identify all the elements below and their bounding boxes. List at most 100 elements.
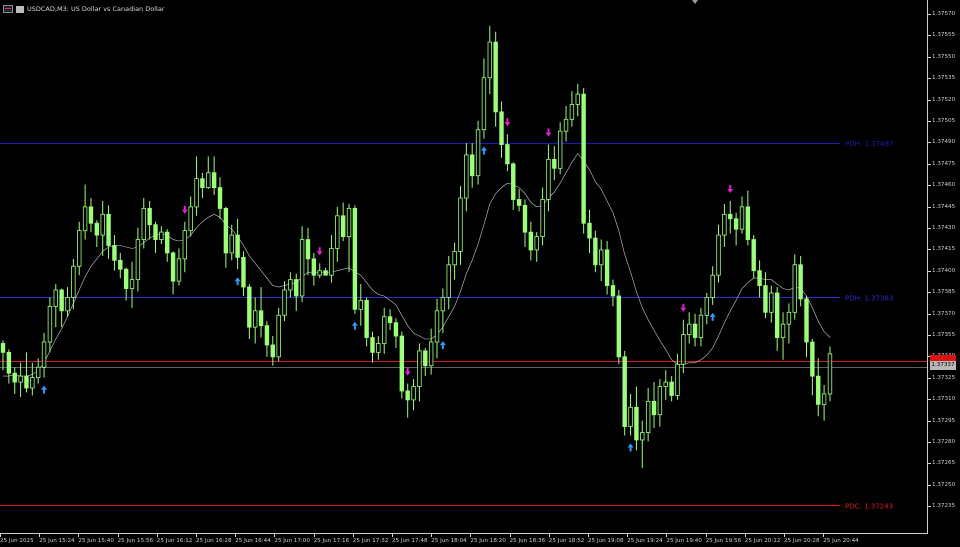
candle-body bbox=[458, 197, 463, 252]
candle-body bbox=[511, 163, 516, 200]
candle-body bbox=[581, 93, 586, 224]
time-tick-label: 25 Jun 20:12 bbox=[744, 538, 781, 544]
moving-average-line bbox=[3, 152, 831, 377]
candle-body bbox=[769, 292, 774, 313]
candle-body bbox=[100, 213, 105, 236]
candle-body bbox=[252, 310, 258, 328]
current-price-label: 1.37337 bbox=[930, 361, 956, 370]
price-tick bbox=[928, 484, 931, 486]
candle-body bbox=[129, 279, 135, 289]
time-tick-label: 25 Jun 19:24 bbox=[627, 538, 663, 544]
candle-body bbox=[229, 234, 234, 254]
candle-body bbox=[382, 316, 387, 344]
candle-body bbox=[258, 310, 264, 327]
price-tick-label: 1.37475 bbox=[932, 160, 956, 167]
price-axis[interactable]: 1.37570 1.37555 1.37550 1.37535 1.37520 1.375… bbox=[927, 0, 960, 534]
price-tick-label: 1.37280 bbox=[932, 439, 956, 445]
price-tick-label: 1.37460 bbox=[932, 182, 956, 189]
candle-body bbox=[604, 249, 610, 286]
chart-window-icon[interactable] bbox=[3, 5, 13, 13]
candle-body bbox=[329, 248, 334, 276]
price-tick-label: 1.37355 bbox=[932, 332, 956, 338]
buy-arrow-icon bbox=[41, 385, 48, 394]
time-tick-label: 25 Jun 2025 bbox=[0, 538, 34, 544]
buy-arrow-icon bbox=[627, 443, 634, 452]
price-tick bbox=[928, 335, 931, 336]
candle-body bbox=[464, 154, 469, 199]
chart-window[interactable]: PDH: 1.37487 PDH: 1.37383 PDC: 1.37243 USD… bbox=[0, 0, 960, 546]
candle-body bbox=[423, 350, 428, 367]
candle-body bbox=[540, 199, 545, 237]
candle-body bbox=[493, 41, 498, 113]
sell-arrow-icon bbox=[504, 118, 511, 127]
price-tick-label: 1.37310 bbox=[932, 396, 956, 403]
candle-body bbox=[798, 264, 803, 300]
candle-body bbox=[393, 322, 399, 337]
time-tick-label: 25 Jun 19:40 bbox=[666, 538, 702, 544]
candle-body bbox=[106, 213, 111, 246]
price-tick-label: 1.37570 bbox=[932, 11, 956, 17]
candle-body bbox=[810, 341, 815, 377]
price-tick bbox=[928, 292, 931, 294]
candle-body bbox=[516, 199, 522, 206]
price-tick-label: 1.37490 bbox=[932, 139, 956, 146]
candle-body bbox=[247, 286, 252, 328]
price-tick bbox=[928, 420, 931, 422]
candle-body bbox=[675, 363, 680, 396]
candle-body bbox=[622, 356, 627, 427]
candle-body bbox=[628, 406, 633, 428]
candle-body bbox=[376, 343, 381, 353]
time-axis[interactable]: 25 Jun 2025 25 Jun 15:24 25 Jun 15:40 25 Ju… bbox=[0, 533, 927, 547]
buy-arrow-icon bbox=[480, 146, 487, 155]
candle-body bbox=[710, 274, 715, 298]
candle-body bbox=[194, 178, 199, 208]
candle-body bbox=[428, 341, 434, 367]
sell-arrow-icon bbox=[545, 128, 552, 137]
candle-body bbox=[411, 386, 416, 401]
candle-body bbox=[12, 372, 17, 383]
candle-body bbox=[481, 77, 487, 131]
candle-body bbox=[65, 297, 70, 312]
time-tick-label: 25 Jun 16:28 bbox=[196, 538, 232, 544]
candle-body bbox=[94, 222, 100, 236]
time-tick-label: 25 Jun 20:28 bbox=[784, 538, 820, 544]
candle-body bbox=[733, 218, 739, 230]
candle-body bbox=[294, 279, 299, 297]
time-tick-label: 25 Jun 18:52 bbox=[548, 538, 585, 544]
bar-chart-icon[interactable] bbox=[16, 5, 24, 13]
candle-body bbox=[317, 270, 322, 276]
buy-arrow-icon bbox=[709, 312, 716, 321]
candle-body bbox=[557, 130, 563, 169]
candle-body bbox=[563, 118, 569, 132]
candle-body bbox=[722, 213, 727, 236]
candle-body bbox=[352, 207, 358, 310]
candle-body bbox=[786, 311, 792, 325]
candle-body bbox=[206, 172, 211, 188]
price-tick-label: 1.37250 bbox=[932, 481, 956, 488]
sell-arrow-icon bbox=[316, 247, 323, 256]
price-tick bbox=[928, 206, 931, 208]
time-tick-label: 25 Jun 19:08 bbox=[588, 538, 624, 544]
candle-body bbox=[241, 256, 246, 288]
candle-body bbox=[323, 270, 328, 276]
chart-title-bar: USDCAD,M3: US Dollar vs Canadian Dollar bbox=[3, 2, 164, 16]
candle-body bbox=[112, 245, 117, 261]
price-tick bbox=[928, 163, 931, 165]
candle-body bbox=[681, 334, 686, 365]
candle-body bbox=[745, 206, 751, 240]
price-chart[interactable]: PDH: 1.37487 PDH: 1.37383 PDC: 1.37243 bbox=[0, 0, 927, 533]
price-tick bbox=[928, 228, 931, 229]
candle-body bbox=[616, 295, 622, 358]
candle-body bbox=[59, 289, 64, 312]
candle-body bbox=[217, 187, 223, 209]
level-label-pdh-upper: PDH: 1.37487 bbox=[845, 140, 893, 148]
scroll-marker-icon[interactable] bbox=[692, 0, 698, 4]
candle-body bbox=[692, 323, 698, 338]
buy-arrow-icon bbox=[351, 321, 358, 330]
candle-body bbox=[499, 111, 504, 145]
candle-body bbox=[663, 381, 668, 387]
candle-body bbox=[123, 268, 129, 289]
candle-body bbox=[77, 230, 82, 267]
time-tick-label: 25 Jun 18:36 bbox=[509, 538, 546, 544]
price-tick bbox=[928, 463, 931, 465]
